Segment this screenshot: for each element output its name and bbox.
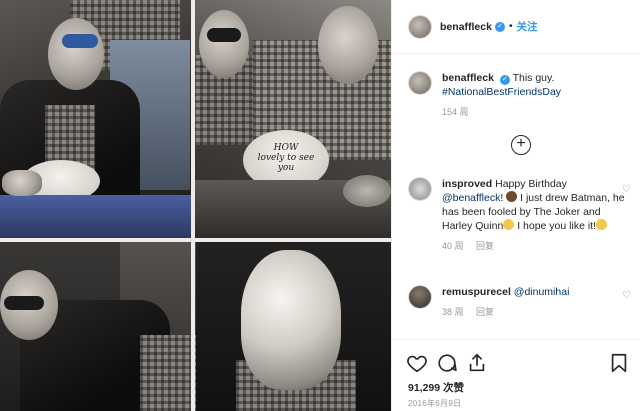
caption-text: benaffleck ✓ This guy. #NationalBestFrie…	[442, 71, 561, 99]
mention-link[interactable]: @benaffleck	[442, 192, 500, 204]
hashtag-link[interactable]: #NationalBestFriendsDay	[442, 86, 561, 98]
face	[199, 10, 249, 78]
bookmark-icon[interactable]	[608, 352, 630, 374]
collage-divider	[191, 0, 195, 411]
heart-icon[interactable]: ♡	[622, 291, 632, 301]
eye-mask	[62, 34, 98, 48]
plate	[343, 175, 391, 207]
comment-meta: 38 周 回复	[442, 305, 569, 318]
avatar[interactable]	[408, 71, 432, 95]
photo-panel-top-left	[0, 0, 193, 240]
comment-body: I hope you like it!	[514, 220, 596, 232]
eye-mask	[4, 296, 44, 310]
comment-age[interactable]: 40 周	[442, 241, 464, 251]
post-date[interactable]: 2016年6月9日	[408, 398, 461, 409]
post-photo[interactable]: HOW lovely to see you	[0, 0, 391, 411]
cake-covered-face	[241, 250, 341, 390]
smile-emoji-icon	[596, 219, 607, 230]
comment-meta: 40 周 回复	[442, 239, 630, 252]
hand	[2, 170, 42, 196]
heart-icon[interactable]	[406, 352, 428, 374]
avatar[interactable]	[408, 14, 432, 39]
collage-divider	[0, 238, 391, 242]
comment-text: remuspurecel @dinumihai	[442, 285, 569, 299]
comment-age[interactable]: 38 周	[442, 307, 464, 317]
plaid-shirt	[140, 335, 196, 411]
list-item: remuspurecel @dinumihai 38 周 回复 ♡	[408, 285, 632, 318]
separator-dot: •	[508, 21, 513, 32]
photo-panel-bottom-right	[196, 240, 391, 411]
plus-circle-icon[interactable]: +	[511, 135, 531, 155]
comment-body: Happy Birthday	[495, 178, 567, 190]
face	[48, 18, 104, 90]
avatar[interactable]	[408, 177, 432, 201]
cake-writing: HOW lovely to see you	[257, 143, 315, 173]
scared-face-emoji-icon	[503, 219, 515, 230]
post-actions: 91,299 次赞 2016年6月9日	[392, 339, 640, 411]
comment-username[interactable]: remuspurecel	[442, 286, 511, 298]
verified-badge-icon: ✓	[499, 75, 510, 85]
reply-button[interactable]: 回复	[476, 241, 494, 251]
photo-panel-bottom-left	[0, 240, 196, 411]
follow-button[interactable]: 关注	[516, 19, 537, 34]
post-side-panel: benaffleck ✓ • 关注 benaffleck ✓ This guy.…	[391, 0, 640, 411]
avatar[interactable]	[408, 285, 432, 309]
comments-list[interactable]: benaffleck ✓ This guy. #NationalBestFrie…	[392, 55, 640, 339]
caption: benaffleck ✓ This guy. #NationalBestFrie…	[408, 71, 630, 118]
caption-body: This guy.	[512, 72, 555, 84]
photo-panel-top-right: HOW lovely to see you	[193, 0, 391, 240]
blue-tablecloth	[0, 195, 193, 240]
post-header: benaffleck ✓ • 关注	[392, 0, 640, 54]
author-username[interactable]: benaffleck	[440, 21, 492, 33]
like-count[interactable]: 91,299 次赞	[408, 380, 464, 395]
reply-button[interactable]: 回复	[476, 307, 494, 317]
face	[318, 6, 378, 84]
mention-link[interactable]: @dinumihai	[514, 286, 570, 298]
verified-badge-icon: ✓	[494, 21, 505, 32]
list-item: insproved Happy Birthday @benaffleck! I …	[408, 177, 632, 252]
heart-icon[interactable]: ♡	[622, 185, 632, 195]
speech-bubble-icon[interactable]	[436, 352, 458, 374]
share-icon[interactable]	[466, 352, 488, 374]
comment-username[interactable]: insproved	[442, 178, 492, 190]
caption-meta: 154 周	[442, 105, 561, 118]
caption-username[interactable]: benaffleck	[442, 72, 494, 84]
eye-mask	[207, 28, 241, 42]
caption-age[interactable]: 154 周	[442, 107, 469, 117]
pie-emoji-icon	[506, 191, 518, 202]
comment-text: insproved Happy Birthday @benaffleck! I …	[442, 177, 630, 233]
